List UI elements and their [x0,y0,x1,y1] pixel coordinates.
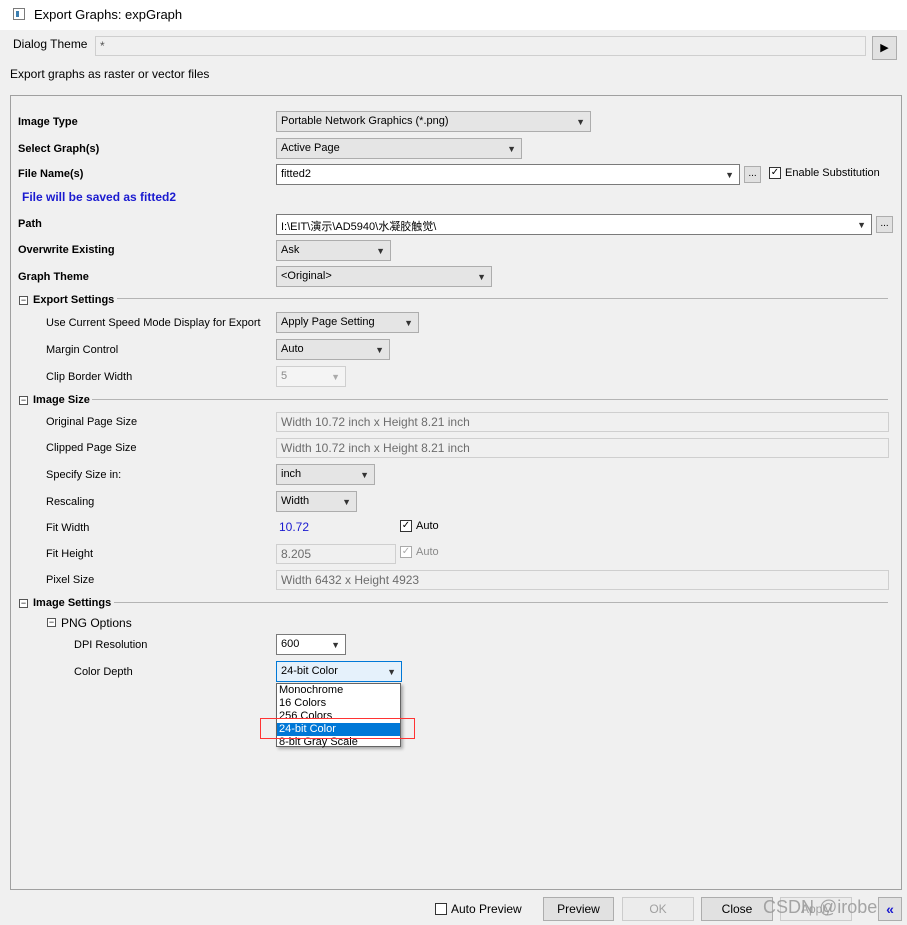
collapse-export-settings-icon[interactable]: − [19,296,28,305]
original-size-label: Original Page Size [46,416,138,428]
graph-theme-label: Graph Theme [18,271,89,283]
clipped-size-field: Width 10.72 inch x Height 8.21 inch [276,438,889,458]
fit-width-value[interactable]: 10.72 [279,520,309,534]
chevron-down-icon: ▼ [375,345,384,355]
collapse-image-settings-icon[interactable]: − [19,599,28,608]
chevron-down-icon: ▼ [725,170,734,180]
watermark: CSDN @irobe [763,897,878,917]
color-depth-value: 24-bit Color [281,665,338,677]
specify-size-value: inch [281,468,302,480]
specify-size-select[interactable]: inch ▼ [276,464,375,485]
file-name-browse-button[interactable]: ... [744,166,761,183]
margin-control-value: Auto [281,343,304,355]
chevron-down-icon: ▼ [342,497,351,507]
clipped-size-label: Clipped Page Size [46,442,137,454]
pixel-size-field: Width 6432 x Height 4923 [276,570,889,590]
auto-preview-label: Auto Preview [451,902,522,916]
fit-width-auto-label: Auto [416,520,439,532]
chevron-down-icon: ▼ [404,318,413,328]
fit-width-label: Fit Width [46,522,90,534]
fit-height-auto-checkbox[interactable]: ✓ [400,546,412,558]
enable-substitution-checkbox[interactable]: ✓ [769,167,781,179]
image-size-header: Image Size [33,394,90,406]
dpi-label: DPI Resolution [74,639,148,651]
chevron-down-icon: ▼ [376,246,385,256]
chevron-down-icon: ▼ [507,144,516,154]
preview-button[interactable]: Preview [543,897,614,921]
speed-mode-select[interactable]: Apply Page Setting ▼ [276,312,419,333]
file-name-input[interactable]: fitted2 ▼ [276,164,740,185]
chevron-down-icon: ▼ [387,667,396,677]
rescaling-value: Width [281,495,310,507]
color-depth-label: Color Depth [74,666,133,678]
highlight-annotation-box [260,718,415,739]
file-name-label: File Name(s) [18,168,84,180]
path-label: Path [18,218,42,230]
theme-menu-button[interactable]: ▶ [872,36,897,60]
dialog-theme-input[interactable]: * [95,36,866,56]
dpi-select[interactable]: 600 ▼ [276,634,346,655]
title-bar: Export Graphs: expGraph [0,0,907,30]
overwrite-select[interactable]: Ask ▼ [276,240,391,261]
app-icon [13,8,25,20]
chevron-down-icon: ▼ [331,372,340,382]
auto-preview-checkbox[interactable] [435,903,447,915]
specify-size-label: Specify Size in: [46,469,122,481]
window-title: Export Graphs: expGraph [34,7,183,22]
dialog-description: Export graphs as raster or vector files [10,67,210,81]
graph-theme-value: <Original> [281,270,332,282]
select-graphs-select[interactable]: Active Page ▼ [276,138,522,159]
chevron-down-icon: ▼ [477,272,486,282]
image-type-label: Image Type [18,116,78,128]
rescaling-label: Rescaling [46,496,95,508]
overwrite-label: Overwrite Existing [18,244,115,256]
clip-border-label: Clip Border Width [46,371,133,383]
section-divider [92,399,888,400]
fit-width-auto-checkbox[interactable]: ✓ [400,520,412,532]
margin-control-select[interactable]: Auto ▼ [276,339,390,360]
chevron-down-icon: ▼ [576,117,585,127]
dropdown-option-monochrome[interactable]: Monochrome [277,684,400,697]
export-settings-header: Export Settings [33,294,115,306]
image-type-select[interactable]: Portable Network Graphics (*.png) ▼ [276,111,591,132]
collapse-dialog-button[interactable]: « [878,897,902,921]
overwrite-value: Ask [281,244,300,256]
dpi-value: 600 [281,638,300,650]
rescaling-select[interactable]: Width ▼ [276,491,357,512]
path-browse-button[interactable]: ... [876,216,893,233]
dialog-theme-label: Dialog Theme [13,37,88,51]
fit-height-field: 8.205 [276,544,396,564]
section-divider [114,602,888,603]
path-value: I:\EIT\演示\AD5940\水凝胶触觉\ [281,221,437,233]
color-depth-select[interactable]: 24-bit Color ▼ [276,661,402,682]
ok-button[interactable]: OK [622,897,694,921]
select-graphs-label: Select Graph(s) [18,143,100,155]
collapse-png-options-icon[interactable]: − [47,618,56,627]
file-name-value: fitted2 [281,168,311,180]
fit-height-label: Fit Height [46,548,94,560]
clip-border-value: 5 [281,370,288,382]
select-graphs-value: Active Page [281,142,340,154]
enable-substitution-label: Enable Substitution [785,167,880,179]
fit-height-auto-label: Auto [416,546,439,558]
clip-border-select[interactable]: 5 ▼ [276,366,346,387]
chevron-down-icon: ▼ [360,470,369,480]
graph-theme-select[interactable]: <Original> ▼ [276,266,492,287]
speed-mode-label: Use Current Speed Mode Display for Expor… [46,317,261,329]
path-input[interactable]: I:\EIT\演示\AD5940\水凝胶触觉\ ▼ [276,214,872,235]
chevron-down-icon: ▼ [331,640,340,650]
image-settings-header: Image Settings [33,597,112,609]
save-note: File will be saved as fitted2 [22,190,177,204]
collapse-image-size-icon[interactable]: − [19,396,28,405]
section-divider [117,298,888,299]
original-size-field: Width 10.72 inch x Height 8.21 inch [276,412,889,432]
chevron-down-icon: ▼ [857,220,866,230]
dropdown-option-16-colors[interactable]: 16 Colors [277,697,400,710]
margin-control-label: Margin Control [46,344,119,356]
png-options-header: PNG Options [61,616,132,630]
image-type-value: Portable Network Graphics (*.png) [281,115,449,127]
speed-mode-value: Apply Page Setting [281,316,375,328]
pixel-size-label: Pixel Size [46,574,95,586]
